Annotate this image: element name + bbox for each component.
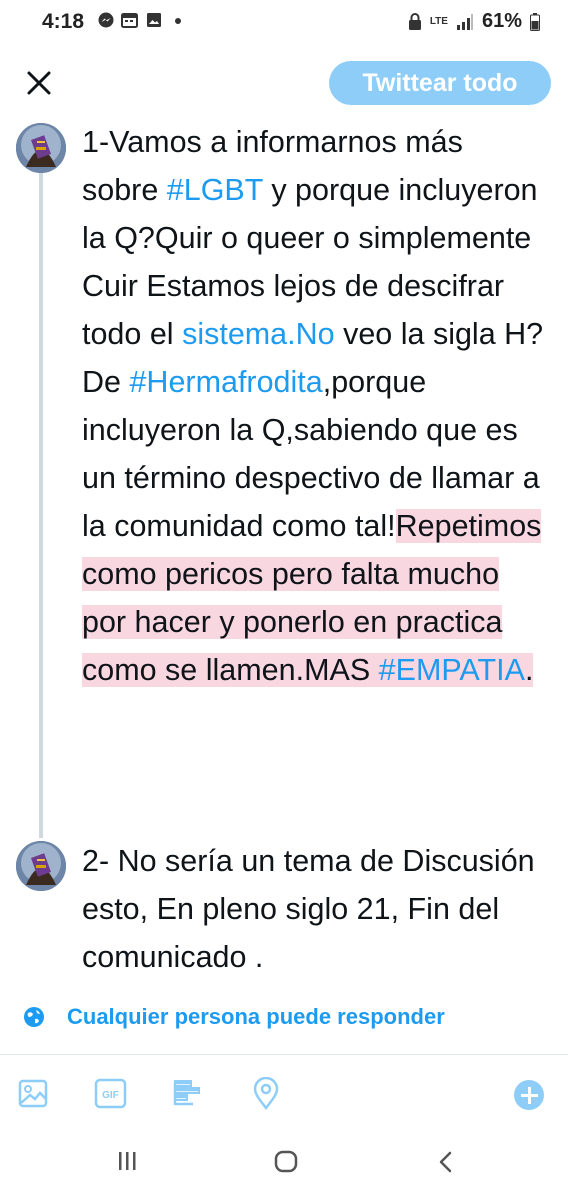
battery-level: 61%	[481, 10, 522, 32]
thread-connector-line	[39, 170, 43, 838]
gallery-icon	[147, 13, 161, 27]
status-bar: 4:18 LTE 61%	[0, 0, 568, 46]
gif-label: GIF	[102, 1090, 119, 1101]
close-icon[interactable]	[22, 66, 56, 100]
hashtag-lgbt[interactable]: #LGBT	[167, 173, 263, 207]
status-time: 4:18	[42, 10, 85, 33]
tweet-all-button[interactable]: Twittear todo	[329, 61, 551, 105]
avatar-image	[16, 841, 66, 891]
hashtag-hermafrodita[interactable]: #Hermafrodita	[129, 365, 322, 399]
hashtag-empatia[interactable]: #EMPATIA	[379, 653, 525, 687]
divider	[0, 1054, 568, 1055]
image-icon[interactable]	[17, 1077, 51, 1111]
tweet-1-text: 1-Vamos a informarnos más sobre #LGBT y …	[82, 118, 544, 694]
location-icon[interactable]	[249, 1077, 283, 1111]
avatar[interactable]	[16, 841, 66, 891]
home-icon[interactable]	[273, 1150, 299, 1174]
poll-icon[interactable]	[171, 1077, 205, 1111]
link-sistema[interactable]: sistema.No	[182, 317, 335, 351]
tweet-2-text[interactable]: 2- No sería un tema de Discusión esto, E…	[82, 837, 544, 981]
avatar-image	[16, 123, 66, 173]
recent-apps-icon[interactable]	[116, 1150, 138, 1172]
dot-icon	[175, 18, 181, 24]
signal-icon	[456, 13, 473, 30]
messenger-icon	[98, 12, 114, 28]
scroll-fade	[0, 978, 568, 988]
avatar[interactable]	[16, 123, 66, 173]
reply-setting[interactable]: Cualquier persona puede responder	[0, 994, 568, 1044]
overflow-end: .	[524, 653, 534, 687]
network-type: LTE	[429, 15, 448, 27]
globe-icon	[24, 1007, 44, 1027]
calendar-icon	[121, 13, 138, 28]
gif-icon[interactable]: GIF	[94, 1077, 128, 1111]
lock-icon	[408, 12, 421, 30]
add-icon[interactable]	[514, 1080, 544, 1110]
back-icon[interactable]	[436, 1150, 456, 1174]
status-right: LTE 61%	[408, 10, 540, 33]
reply-setting-label[interactable]: Cualquier persona puede responder	[67, 1004, 445, 1030]
battery-icon	[530, 12, 540, 31]
